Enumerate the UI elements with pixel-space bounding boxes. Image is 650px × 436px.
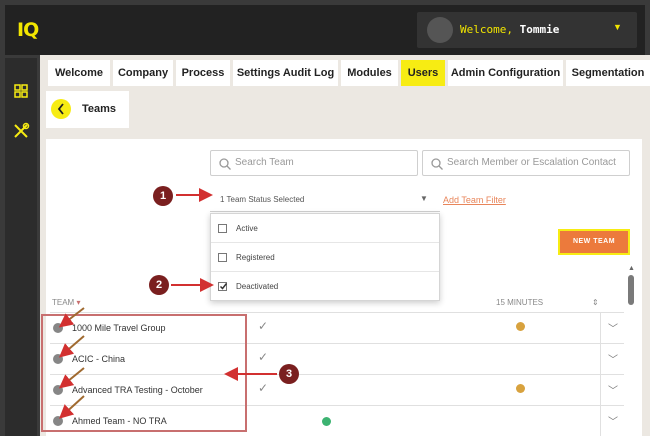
arrow-dot-1 (58, 307, 85, 328)
annotation-marker-2: 2 (149, 275, 169, 295)
arrow-dot-3 (58, 367, 85, 389)
annotation-arrows (58, 188, 277, 419)
arrow-dot-4 (59, 395, 85, 419)
arrow-dot-2 (58, 335, 85, 358)
annotation-marker-3: 3 (279, 364, 299, 384)
annotation-marker-1: 1 (153, 186, 173, 206)
